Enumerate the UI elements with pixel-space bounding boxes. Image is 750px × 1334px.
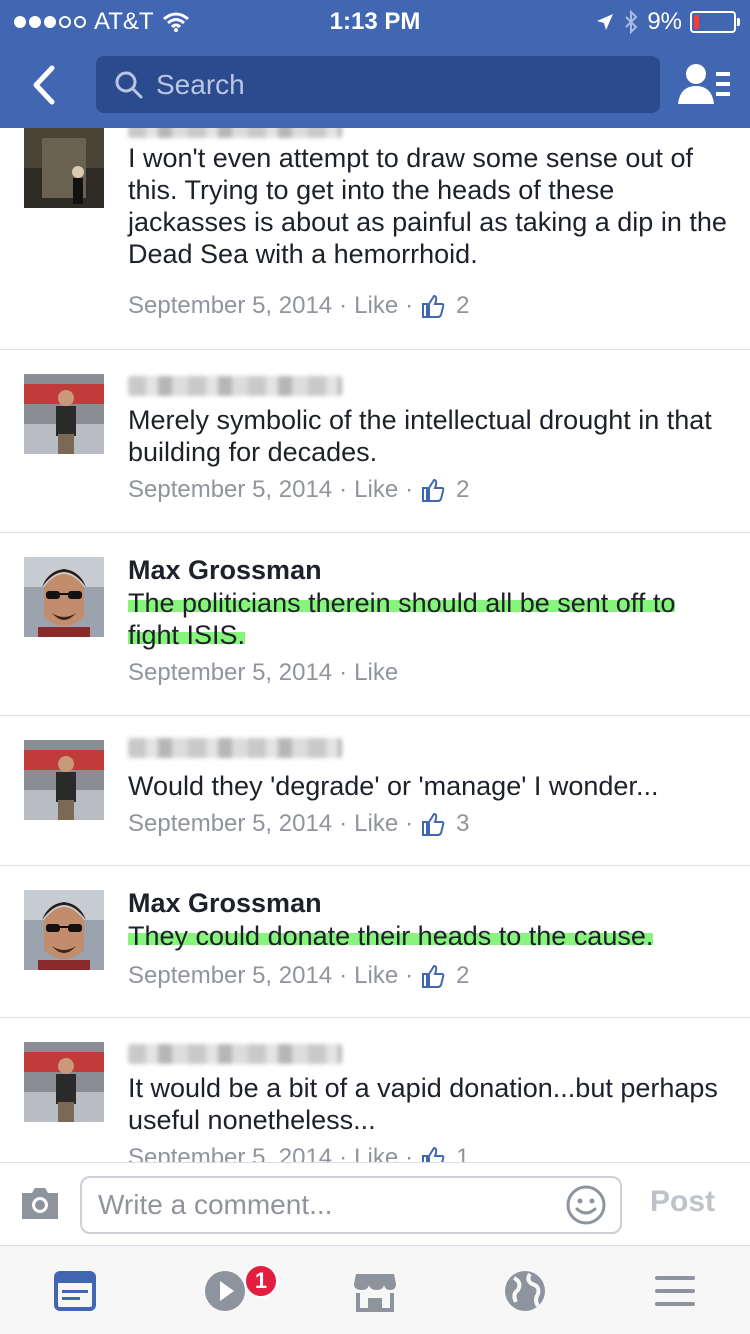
comment-meta: September 5, 2014 · Like <box>128 659 399 687</box>
thumbs-up-icon <box>422 294 445 318</box>
avatar[interactable] <box>24 374 104 454</box>
like-count: 1 <box>456 1144 470 1162</box>
like-count: 2 <box>456 476 470 503</box>
avatar[interactable] <box>24 557 104 637</box>
like-button[interactable]: Like <box>354 476 398 504</box>
search-bar[interactable] <box>96 56 660 113</box>
highlighted-text: The politicians therein should all be se… <box>128 588 676 650</box>
thumbs-up-icon <box>422 1146 445 1162</box>
video-icon[interactable] <box>200 1266 250 1316</box>
like-count: 3 <box>456 810 470 837</box>
globe-icon[interactable] <box>500 1266 550 1316</box>
comment-text: It would be a bit of a vapid donation...… <box>128 1073 718 1135</box>
like-count: 2 <box>456 962 470 989</box>
news-feed-icon[interactable] <box>50 1266 100 1316</box>
comment-text: I won't even attempt to draw some sense … <box>128 143 727 269</box>
comment-input[interactable] <box>80 1176 622 1234</box>
search-input[interactable] <box>156 68 636 101</box>
comment-meta: September 5, 2014 · Like · 2 <box>128 476 470 504</box>
comment-item: Max Grossman The politicians therein sho… <box>0 533 750 716</box>
search-icon <box>115 71 143 98</box>
avatar[interactable] <box>24 128 104 208</box>
comment-date[interactable]: September 5, 2014 <box>128 1144 332 1162</box>
comment-author[interactable]: Max Grossman <box>128 555 322 586</box>
comment-meta: September 5, 2014 · Like · 2 <box>128 292 470 320</box>
status-bar: AT&T 1:13 PM 9% <box>0 0 750 40</box>
comment-author[interactable] <box>128 128 342 138</box>
comment-date[interactable]: September 5, 2014 <box>128 292 332 320</box>
thumbs-up-icon <box>422 812 445 836</box>
avatar[interactable] <box>24 1042 104 1122</box>
comment-item: Merely symbolic of the intellectual drou… <box>0 350 750 533</box>
comment-author[interactable] <box>128 738 342 758</box>
comment-composer: Post <box>0 1162 750 1246</box>
avatar[interactable] <box>24 740 104 820</box>
comment-text: They could donate their heads to the cau… <box>128 920 728 952</box>
comment-author[interactable] <box>128 376 342 396</box>
post-button[interactable]: Post <box>650 1185 715 1219</box>
like-button[interactable]: Like <box>354 810 398 838</box>
comment-date[interactable]: September 5, 2014 <box>128 659 332 687</box>
comment-date[interactable]: September 5, 2014 <box>128 962 332 990</box>
comment-item: I won't even attempt to draw some sense … <box>0 128 750 350</box>
thumbs-up-icon <box>422 964 445 988</box>
battery-icon <box>690 11 740 33</box>
like-count: 2 <box>456 292 470 319</box>
tab-bar <box>0 1246 750 1334</box>
comment-author[interactable] <box>128 1044 342 1064</box>
comment-date[interactable]: September 5, 2014 <box>128 810 332 838</box>
highlighted-text: They could donate their heads to the cau… <box>128 921 654 951</box>
camera-icon[interactable] <box>18 1181 62 1225</box>
smiley-icon[interactable] <box>564 1183 608 1227</box>
comment-meta: September 5, 2014 · Like · 3 <box>128 810 470 838</box>
comment-text: The politicians therein should all be se… <box>128 587 728 651</box>
back-icon[interactable] <box>22 60 72 110</box>
comment-meta: September 5, 2014 · Like · 1 <box>128 1144 470 1162</box>
bluetooth-icon <box>625 10 638 34</box>
comment-item: Would they 'degrade' or 'manage' I wonde… <box>0 716 750 866</box>
like-button[interactable]: Like <box>354 659 398 687</box>
avatar[interactable] <box>24 890 104 970</box>
location-arrow-icon <box>597 14 614 30</box>
comments-list: I won't even attempt to draw some sense … <box>0 128 750 1162</box>
marketplace-icon[interactable] <box>350 1266 400 1316</box>
comment-text: Merely symbolic of the intellectual drou… <box>128 405 712 467</box>
comment-item: It would be a bit of a vapid donation...… <box>0 1018 750 1162</box>
thumbs-up-icon <box>422 478 445 502</box>
comment-item: Max Grossman They could donate their hea… <box>0 866 750 1018</box>
comment-text: Would they 'degrade' or 'manage' I wonde… <box>128 771 659 801</box>
video-notification-badge: 1 <box>244 1264 278 1298</box>
like-button[interactable]: Like <box>354 1144 398 1162</box>
top-bar: AT&T 1:13 PM 9% <box>0 0 750 128</box>
menu-icon[interactable] <box>650 1266 700 1316</box>
like-button[interactable]: Like <box>354 962 398 990</box>
like-button[interactable]: Like <box>354 292 398 320</box>
comment-author[interactable]: Max Grossman <box>128 888 322 919</box>
friends-icon[interactable] <box>676 60 732 110</box>
comment-date[interactable]: September 5, 2014 <box>128 476 332 504</box>
comment-meta: September 5, 2014 · Like · 2 <box>128 962 470 990</box>
battery-percent: 9% <box>647 8 682 35</box>
